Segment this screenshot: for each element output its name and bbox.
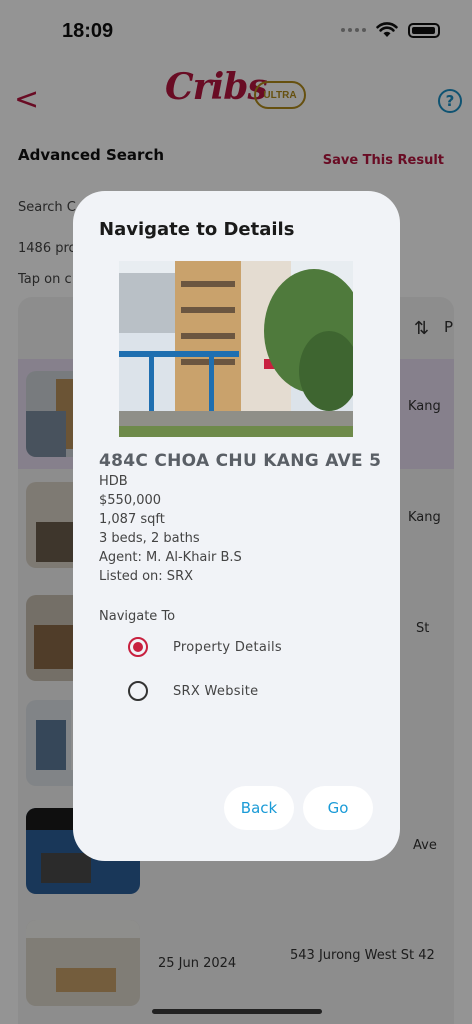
property-size: 1,087 sqft [99, 512, 165, 527]
navigate-to-label: Navigate To [99, 609, 176, 624]
property-agent: Agent: M. Al-Khair B.S [99, 550, 242, 565]
back-button[interactable]: Back [224, 786, 294, 830]
dialog-title: Navigate to Details [99, 219, 295, 240]
home-indicator [152, 1009, 322, 1014]
property-photo [119, 261, 353, 437]
property-address: 484C CHOA CHU KANG AVE 5 [99, 451, 382, 471]
option-label: Property Details [173, 639, 283, 655]
go-button[interactable]: Go [303, 786, 373, 830]
navigate-dialog: Navigate to Details 484C CHOA CHU KANG A… [73, 191, 400, 861]
option-property-details[interactable]: Property Details [128, 637, 282, 657]
property-type: HDB [99, 474, 128, 489]
radio-selected-icon[interactable] [128, 637, 148, 657]
property-price: $550,000 [99, 493, 162, 508]
radio-unselected-icon[interactable] [128, 681, 148, 701]
option-label: SRX Website [173, 683, 259, 699]
option-srx-website[interactable]: SRX Website [128, 681, 258, 701]
property-source: Listed on: SRX [99, 569, 194, 584]
property-rooms: 3 beds, 2 baths [99, 531, 200, 546]
